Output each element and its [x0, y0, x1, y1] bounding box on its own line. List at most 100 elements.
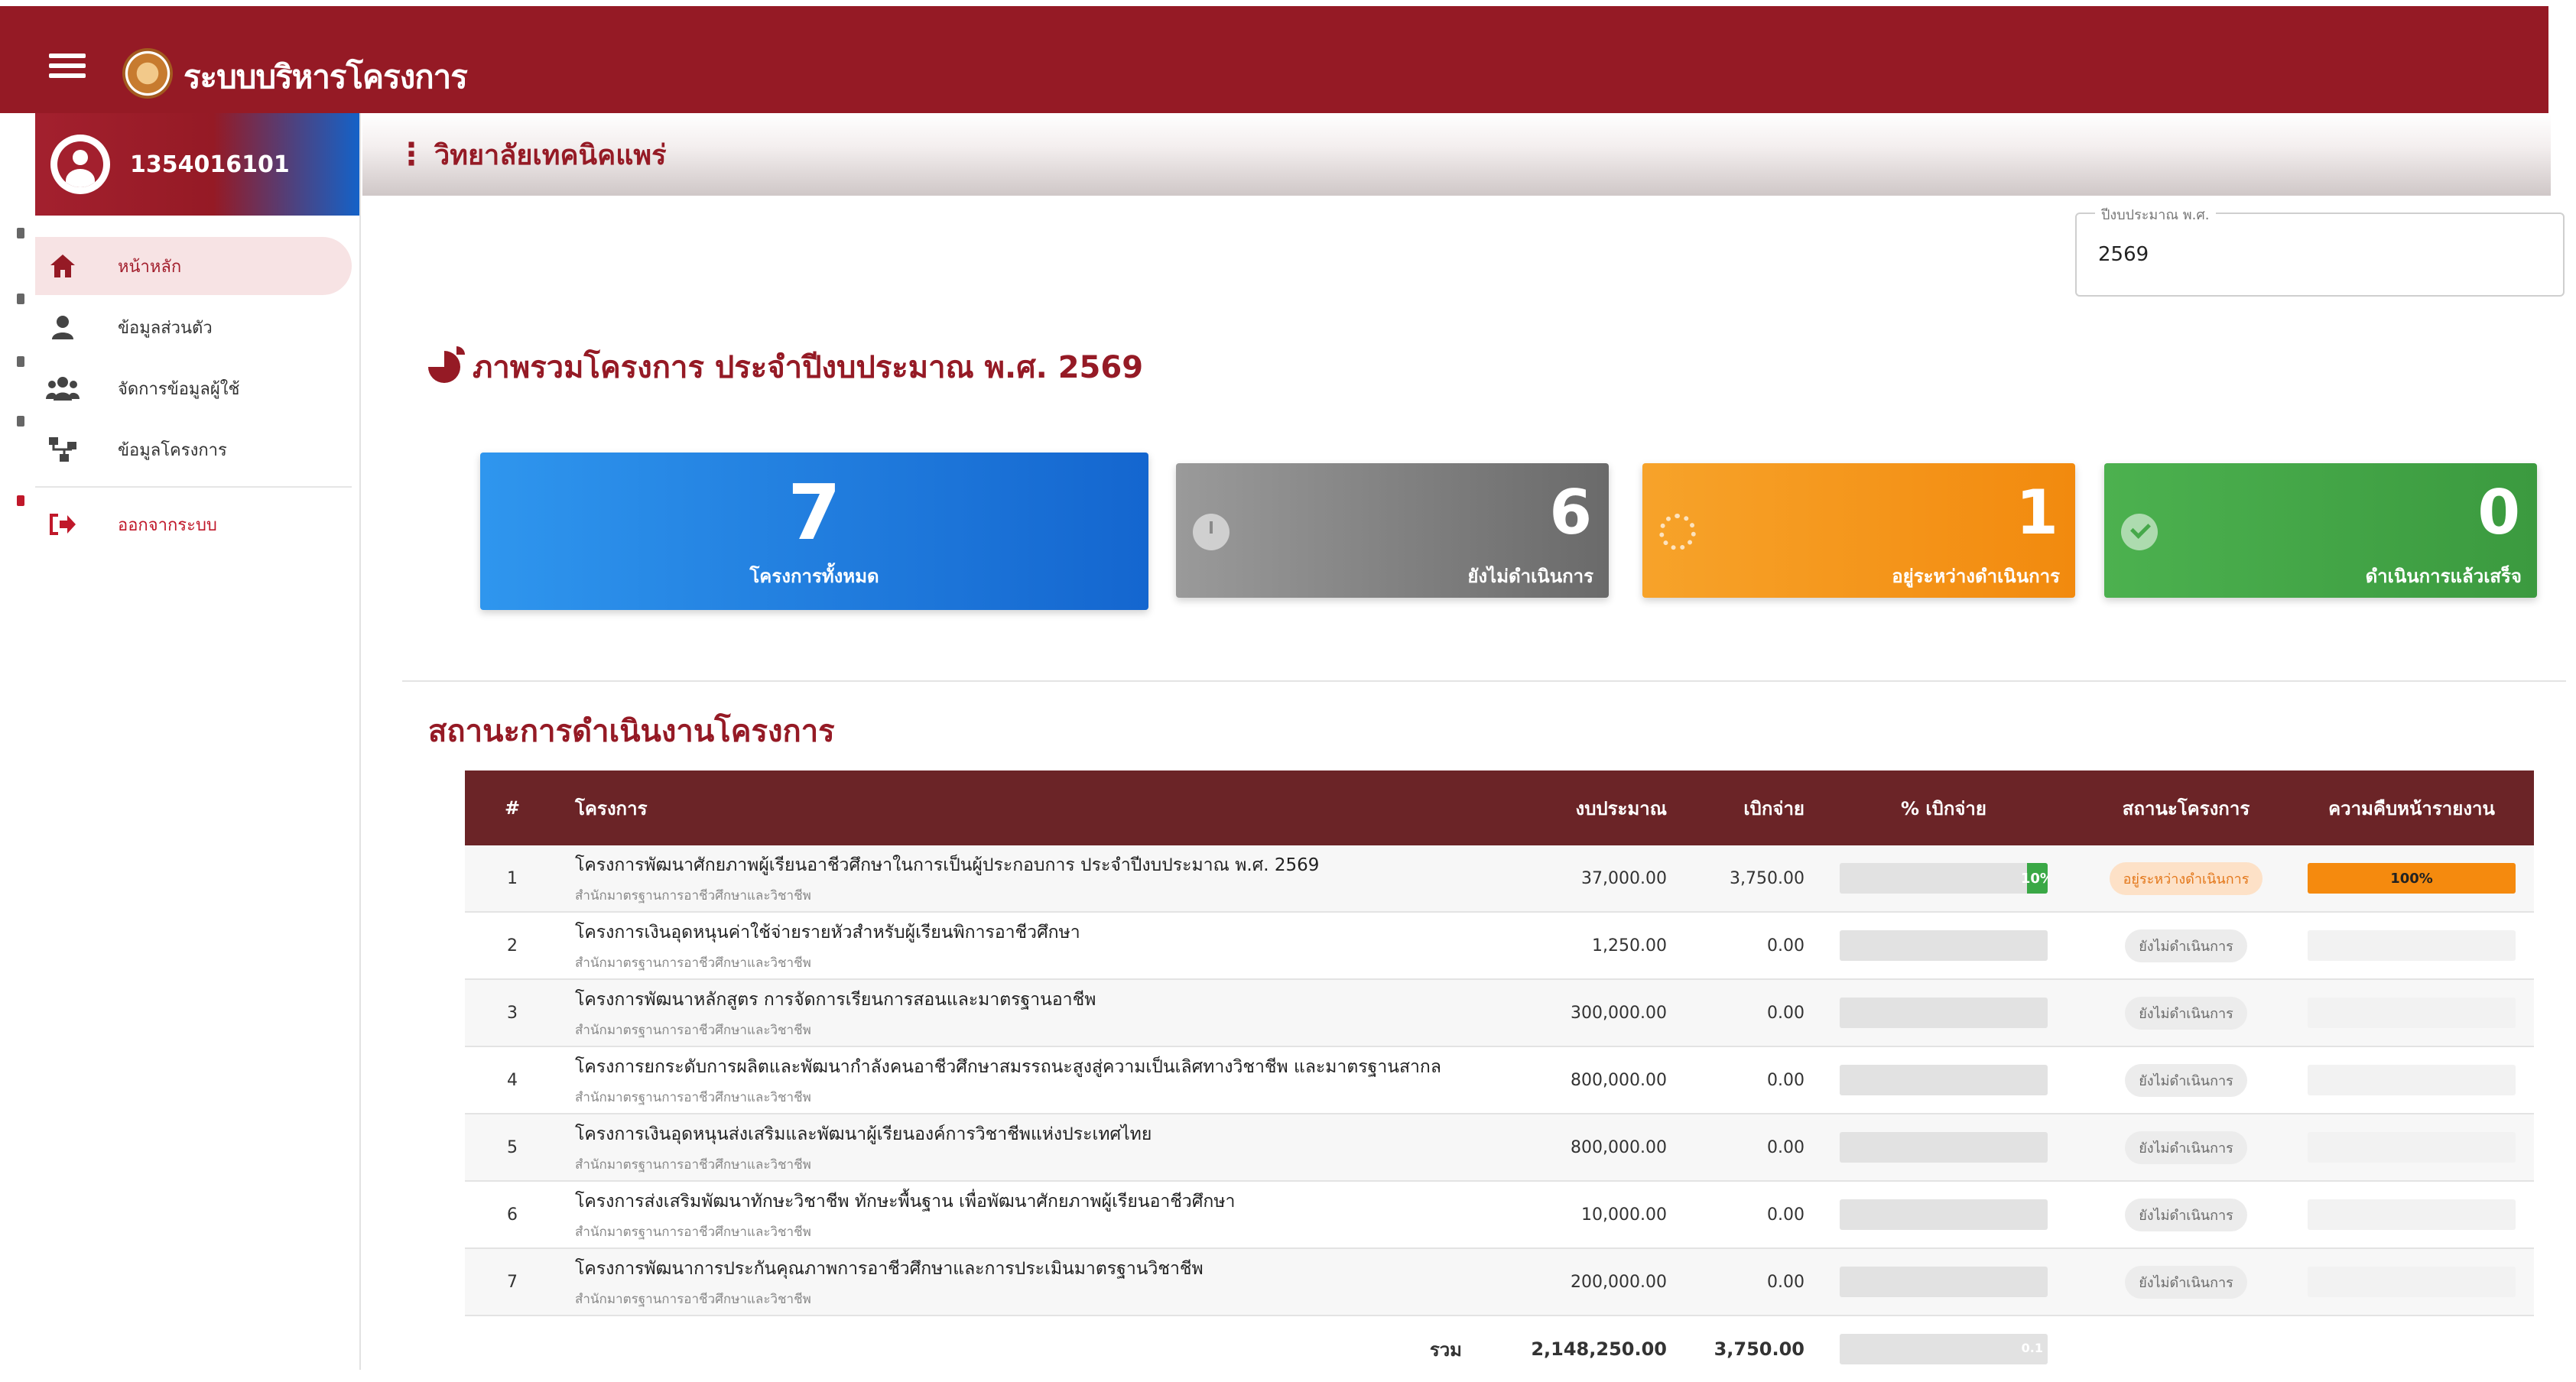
report-progress-cell [2289, 930, 2534, 961]
disbursed-cell: 0.00 [1767, 1272, 1804, 1292]
section-divider [402, 680, 2566, 682]
col-disbursed-pct: % เบิกจ่าย [1901, 797, 1986, 819]
col-status: สถานะโครงการ [2122, 797, 2250, 819]
table-row[interactable]: 4 โครงการยกระดับการผลิตและพัฒนากำลังคนอาช… [465, 1047, 2534, 1114]
sidebar-item-home[interactable]: หน้าหลัก [35, 237, 352, 295]
app-header: ระบบบริหารโครงการ [0, 6, 2576, 113]
card-in-progress[interactable]: 1 อยู่ระหว่างดำเนินการ [1642, 463, 2075, 598]
fiscal-year-select[interactable]: ปีงบประมาณ พ.ศ. 2569 [2075, 203, 2565, 297]
project-name[interactable]: โครงการพัฒนาศักยภาพผู้เรียนอาชีวศึกษาในก… [575, 852, 1462, 879]
budget-cell: 37,000.00 [1581, 868, 1667, 888]
disbursed-progress-bar: 10% [1840, 863, 2048, 894]
disbursed-pct-cell [1804, 998, 2083, 1028]
disbursed-progress-bar [1840, 1132, 2048, 1163]
project-name[interactable]: โครงการยกระดับการผลิตและพัฒนากำลังคนอาชี… [575, 1053, 1462, 1081]
table-row[interactable]: 2 โครงการเงินอุดหนุนค่าใช้จ่ายรายหัวสำหรั… [465, 913, 2534, 980]
budget-cell: 300,000.00 [1571, 1003, 1667, 1023]
budget-cell: 1,250.00 [1592, 936, 1667, 955]
not-started-count: 6 [1549, 477, 1592, 548]
budget-cell: 200,000.00 [1571, 1272, 1667, 1292]
disbursed-cell: 0.00 [1767, 936, 1804, 955]
table-row[interactable]: 3 โครงการพัฒนาหลักสูตร การจัดการเรียนการส… [465, 980, 2534, 1047]
breadcrumb-bar: ⋮ วิทยาลัยเทคนิคแพร่ [362, 113, 2551, 196]
users-icon [46, 371, 80, 405]
top-edge [0, 0, 2576, 6]
disbursed-cell: 0.00 [1767, 1137, 1804, 1157]
rail-home-icon[interactable] [17, 228, 24, 238]
check-circle-icon [2121, 514, 2158, 550]
avatar-icon[interactable] [50, 135, 110, 194]
sidebar-item-label: จัดการข้อมูลผู้ใช้ [118, 379, 240, 399]
status-cell: ยังไม่ดำเนินการ [2083, 1063, 2289, 1097]
user-id: 1354016101 [130, 151, 290, 178]
logout-icon [46, 508, 80, 541]
table-row[interactable]: 7 โครงการพัฒนาการประกันคุณภาพการอาชีวศึกษ… [465, 1249, 2534, 1316]
sidebar-nav: หน้าหลัก ข้อมูลส่วนตัว จัดการข้อมูลผู้ใช… [35, 216, 359, 553]
rail-users-icon[interactable] [17, 356, 24, 367]
report-progress-cell [2289, 1267, 2534, 1297]
status-cell: อยู่ระหว่างดำเนินการ [2083, 861, 2289, 895]
disbursed-progress-bar [1840, 930, 2048, 961]
status-badge: ยังไม่ดำเนินการ [2125, 1131, 2247, 1164]
col-budget: งบประมาณ [1575, 797, 1667, 819]
budget-cell: 800,000.00 [1571, 1070, 1667, 1090]
project-name[interactable]: โครงการเงินอุดหนุนส่งเสริมและพัฒนาผู้เรี… [575, 1121, 1462, 1148]
table-row[interactable]: 1 โครงการพัฒนาศักยภาพผู้เรียนอาชีวศึกษาใน… [465, 845, 2534, 913]
report-progress-bar [2308, 1267, 2516, 1297]
project-department: สำนักมาตรฐานการอาชีวศึกษาและวิชาชีพ [575, 1291, 811, 1307]
project-cell: โครงการส่งเสริมพัฒนาทักษะวิชาชีพ ทักษะพื… [560, 1188, 1462, 1242]
project-cell: โครงการเงินอุดหนุนค่าใช้จ่ายรายหัวสำหรับ… [560, 919, 1462, 973]
sidebar-item-profile[interactable]: ข้อมูลส่วนตัว [35, 298, 359, 356]
status-badge: ยังไม่ดำเนินการ [2125, 1063, 2247, 1097]
hamburger-menu-icon[interactable] [49, 54, 86, 84]
sidebar-item-label: หน้าหลัก [118, 257, 182, 277]
table-row[interactable]: 6 โครงการส่งเสริมพัฒนาทักษะวิชาชีพ ทักษะพ… [465, 1182, 2534, 1249]
table-row[interactable]: 5 โครงการเงินอุดหนุนส่งเสริมและพัฒนาผู้เร… [465, 1114, 2534, 1182]
breadcrumb: วิทยาลัยเทคนิคแพร่ [434, 139, 667, 171]
overview-title: ภาพรวมโครงการ ประจำปีงบประมาณ พ.ศ. 2569 [473, 350, 1144, 385]
nav-divider [35, 486, 352, 488]
col-report-progress: ความคืบหน้ารายงาน [2328, 797, 2495, 819]
card-not-started[interactable]: 6 ยังไม่ดำเนินการ [1176, 463, 1609, 598]
disbursed-pct-cell [1804, 930, 2083, 961]
disbursed-cell: 0.00 [1767, 1205, 1804, 1225]
sidebar-item-users[interactable]: จัดการข้อมูลผู้ใช้ [35, 359, 359, 417]
in-progress-label: อยู่ระหว่างดำเนินการ [1892, 566, 2060, 587]
budget-cell: 800,000.00 [1571, 1137, 1667, 1157]
disbursed-progress-bar [1840, 998, 2048, 1028]
home-icon [46, 249, 80, 283]
card-total-projects[interactable]: 7 โครงการทั้งหมด [480, 453, 1148, 610]
report-progress-cell: 100% [2289, 863, 2534, 894]
table-body: 1 โครงการพัฒนาศักยภาพผู้เรียนอาชีวศึกษาใน… [465, 845, 2534, 1316]
window-edge [2548, 0, 2576, 122]
status-cell: ยังไม่ดำเนินการ [2083, 929, 2289, 962]
rail-logout-icon[interactable] [17, 495, 24, 506]
card-completed[interactable]: 0 ดำเนินการแล้วเสร็จ [2104, 463, 2537, 598]
main-content: ⋮ วิทยาลัยเทคนิคแพร่ ปีงบประมาณ พ.ศ. 256… [362, 113, 2566, 1370]
project-name[interactable]: โครงการส่งเสริมพัฒนาทักษะวิชาชีพ ทักษะพื… [575, 1188, 1462, 1215]
total-pct-cell: 0.1 [1804, 1334, 2083, 1364]
sidebar-item-projects[interactable]: ข้อมูลโครงการ [35, 420, 359, 479]
project-department: สำนักมาตรฐานการอาชีวศึกษาและวิชาชีพ [575, 955, 811, 971]
col-project: โครงการ [575, 797, 648, 819]
rail-user-icon[interactable] [17, 294, 24, 304]
report-progress-bar: 100% [2308, 863, 2516, 894]
sidebar-item-logout[interactable]: ออกจากระบบ [35, 495, 359, 553]
overview-heading: ภาพรวมโครงการ ประจำปีงบประมาณ พ.ศ. 2569 [428, 342, 1143, 391]
status-badge: ยังไม่ดำเนินการ [2125, 1265, 2247, 1299]
not-started-label: ยังไม่ดำเนินการ [1467, 566, 1593, 587]
fiscal-year-value: 2569 [2098, 243, 2149, 266]
project-name[interactable]: โครงการพัฒนาการประกันคุณภาพการอาชีวศึกษา… [575, 1255, 1462, 1283]
rail-sitemap-icon[interactable] [17, 416, 24, 427]
total-disbursed: 3,750.00 [1714, 1338, 1804, 1360]
disbursed-progress-bar [1840, 1065, 2048, 1095]
completed-label: ดำเนินการแล้วเสร็จ [2365, 566, 2522, 587]
pie-chart-icon [428, 346, 465, 383]
total-pct-label: 0.1 [2021, 1341, 2043, 1355]
project-department: สำนักมาตรฐานการอาชีวศึกษาและวิชาชีพ [575, 1022, 811, 1038]
status-cell: ยังไม่ดำเนินการ [2083, 1198, 2289, 1231]
project-name[interactable]: โครงการพัฒนาหลักสูตร การจัดการเรียนการสอ… [575, 986, 1462, 1014]
project-name[interactable]: โครงการเงินอุดหนุนค่าใช้จ่ายรายหัวสำหรับ… [575, 919, 1462, 946]
more-vert-icon[interactable]: ⋮ [396, 137, 427, 172]
app-title: ระบบบริหารโครงการ [184, 58, 468, 96]
